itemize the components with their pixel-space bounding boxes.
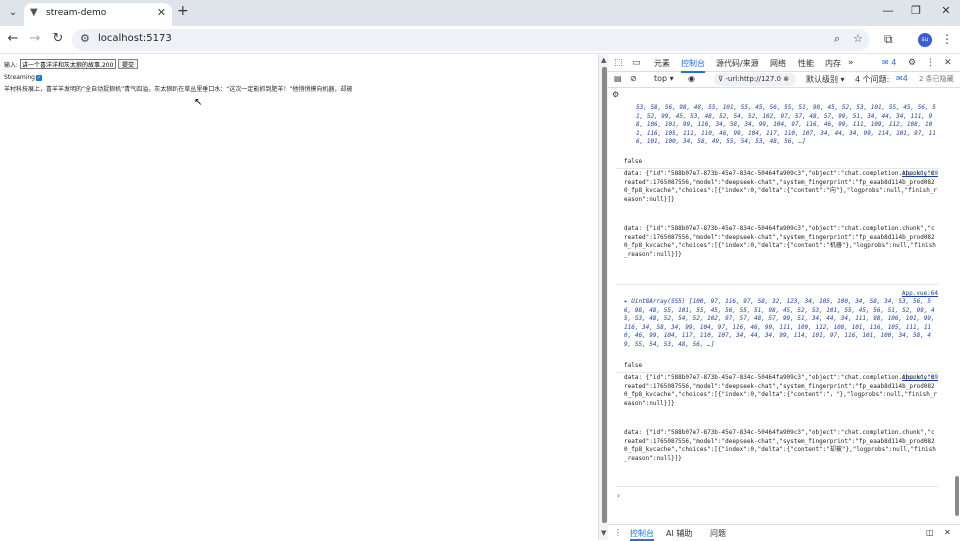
devtools-tab-bar: ⬚ ▭ 元素 控制台 源代码/来源 网络 性能 内存 » ✉ 4 ⚙ ⋮ ✕ bbox=[608, 55, 960, 73]
omnibox[interactable]: ⚙ localhost:5173 ⌕ ☆ bbox=[72, 29, 870, 51]
console-log-false: false bbox=[624, 362, 643, 369]
console-separator bbox=[616, 168, 938, 169]
console-data-line: data: {"id":"588b07e7-873b-45e7-834c-504… bbox=[624, 429, 936, 462]
browser-tab[interactable]: ▼ stream-demo ✕ bbox=[24, 3, 172, 26]
drawer-close-icon[interactable]: ✕ bbox=[944, 528, 951, 537]
tab-search-icon[interactable]: ⌄ bbox=[4, 4, 22, 22]
console-data-line: data: {"id":"588b07e7-873b-45e7-834c-504… bbox=[624, 374, 938, 407]
tab-network[interactable]: 网络 bbox=[770, 58, 786, 69]
console-scrollbar-thumb[interactable] bbox=[955, 476, 959, 516]
console-separator bbox=[616, 486, 938, 487]
minimize-icon[interactable]: — bbox=[878, 4, 898, 17]
tab-console[interactable]: 控制台 bbox=[681, 58, 705, 73]
clear-console-icon[interactable]: ⊘ bbox=[630, 74, 637, 83]
tab-elements[interactable]: 元素 bbox=[654, 58, 670, 69]
scroll-down-icon[interactable]: ▼ bbox=[601, 529, 606, 537]
console-uint8array[interactable]: ▸ Uint8Array(555) [100, 97, 116, 97, 58,… bbox=[624, 298, 938, 349]
dock-icon[interactable]: ◫ bbox=[926, 528, 934, 537]
devtools-close-icon[interactable]: ✕ bbox=[944, 58, 952, 68]
input-label: 输入: bbox=[4, 61, 19, 69]
console-data-line: data: {"id":"588b07e7-873b-45e7-834c-504… bbox=[624, 225, 936, 258]
mouse-cursor-icon: ↖ bbox=[194, 97, 203, 108]
url-text: localhost:5173 bbox=[98, 33, 172, 44]
filter-input[interactable]: ⊽ -url:http://127.0 ⊗ bbox=[714, 73, 796, 86]
issues-badge[interactable]: ✉ 4 bbox=[882, 58, 896, 67]
console-array-continuation: 53, 58, 56, 98, 48, 55, 101, 55, 45, 56,… bbox=[636, 104, 936, 145]
filter-value: -url:http://127.0 bbox=[725, 75, 781, 83]
page-scrollbar[interactable]: ▲ ▼ bbox=[598, 55, 608, 540]
drawer-tab-console[interactable]: 控制台 bbox=[630, 528, 654, 541]
new-tab-icon[interactable]: + bbox=[177, 3, 189, 19]
streaming-label: Streaming bbox=[4, 74, 35, 81]
submit-button[interactable]: 提交 bbox=[118, 59, 139, 69]
issues-count-badge-value: 4 bbox=[902, 74, 908, 83]
context-value: top bbox=[654, 74, 668, 83]
restore-icon[interactable]: ❐ bbox=[906, 4, 926, 17]
stream-output: 羊村科技展上，喜羊羊发明的“全自动捉狼机”青气四溢。灰太狼趴在草丛里垂口水：“这… bbox=[4, 86, 353, 93]
console-settings-icon[interactable]: ⚙ bbox=[612, 90, 619, 99]
tab-performance[interactable]: 性能 bbox=[798, 58, 814, 69]
sidebar-toggle-icon[interactable]: ▤ bbox=[614, 74, 622, 83]
site-info-icon[interactable]: ⚙ bbox=[80, 32, 90, 45]
settings-icon[interactable]: ⚙ bbox=[908, 58, 916, 68]
tab-title: stream-demo bbox=[46, 8, 107, 18]
log-level-select[interactable]: 默认级别 ▾ bbox=[806, 74, 845, 85]
tab-memory[interactable]: 内存 bbox=[825, 58, 841, 69]
streaming-row: Streaming ✓ bbox=[4, 74, 42, 81]
hidden-count: 2 条已隐藏 bbox=[919, 75, 954, 83]
drawer-menu-icon[interactable]: ⋮ bbox=[614, 528, 622, 537]
bookmark-star-icon[interactable]: ☆ bbox=[853, 32, 863, 45]
tab-sources[interactable]: 源代码/来源 bbox=[716, 58, 759, 69]
drawer-tab-ai[interactable]: AI 辅助 bbox=[666, 528, 692, 539]
browser-menu-icon[interactable]: ⋮ bbox=[941, 32, 953, 46]
vite-logo-icon: ▼ bbox=[30, 7, 38, 18]
console-separator bbox=[616, 372, 938, 373]
devtools-panel: ⬚ ▭ 元素 控制台 源代码/来源 网络 性能 内存 » ✉ 4 ⚙ ⋮ ✕ ▤… bbox=[608, 55, 960, 541]
console-toolbar: ▤ ⊘ top ▾ ◉ ⊽ -url:http://127.0 ⊗ 默认级别 ▾… bbox=[608, 72, 960, 88]
drawer-tab-issues[interactable]: 问题 bbox=[710, 528, 726, 539]
close-icon[interactable]: ✕ bbox=[157, 6, 166, 19]
console-log-false: false bbox=[624, 158, 643, 165]
console-data-line: data: {"id":"588b07e7-873b-45e7-834c-504… bbox=[624, 170, 938, 203]
context-select[interactable]: top ▾ bbox=[654, 74, 674, 83]
zoom-icon[interactable]: ⌕ bbox=[834, 32, 840, 46]
devtools-menu-icon[interactable]: ⋮ bbox=[926, 58, 935, 68]
input-row: 输入: 提交 bbox=[4, 59, 139, 69]
issues-badge-count: 4 bbox=[891, 58, 897, 67]
back-icon[interactable]: ← bbox=[4, 31, 22, 46]
streaming-checkbox[interactable]: ✓ bbox=[36, 74, 42, 81]
page-viewport: 输入: 提交 Streaming ✓ 羊村科技展上，喜羊羊发明的“全自动捉狼机”… bbox=[0, 55, 598, 540]
issues-count[interactable]: 4 个问题: bbox=[855, 74, 889, 85]
extensions-icon[interactable]: ⧉ bbox=[884, 32, 893, 47]
prompt-input[interactable] bbox=[20, 59, 117, 69]
issues-count-badge[interactable]: ✉4 bbox=[896, 74, 908, 83]
console-separator bbox=[616, 284, 938, 285]
live-expression-icon[interactable]: ◉ bbox=[688, 74, 695, 83]
reload-icon[interactable]: ↻ bbox=[49, 31, 67, 46]
inspect-icon[interactable]: ⬚ bbox=[614, 58, 623, 68]
address-bar-row: ← → ↻ ⚙ localhost:5173 ⌕ ☆ bbox=[0, 26, 960, 54]
console-scrollbar[interactable] bbox=[954, 104, 960, 524]
console-prompt[interactable]: › bbox=[616, 491, 621, 501]
more-tabs-icon[interactable]: » bbox=[848, 58, 854, 68]
forward-icon[interactable]: → bbox=[26, 31, 44, 46]
tab-strip: ⌄ ▼ stream-demo ✕ + — ❐ ✕ bbox=[0, 0, 960, 26]
devtools-drawer-bar: ⋮ 控制台 AI 辅助 问题 ◫ ✕ bbox=[608, 524, 960, 541]
log-level-value: 默认级别 bbox=[806, 75, 838, 84]
window-close-icon[interactable]: ✕ bbox=[936, 4, 956, 17]
console-settings-row: ⚙ bbox=[608, 88, 960, 104]
scroll-up-icon[interactable]: ▲ bbox=[601, 56, 606, 64]
device-toolbar-icon[interactable]: ▭ bbox=[632, 58, 641, 68]
avatar[interactable]: su bbox=[918, 33, 932, 47]
scrollbar-thumb[interactable] bbox=[602, 67, 607, 523]
console-output: 53, 58, 56, 98, 48, 55, 101, 55, 45, 56,… bbox=[608, 104, 954, 524]
